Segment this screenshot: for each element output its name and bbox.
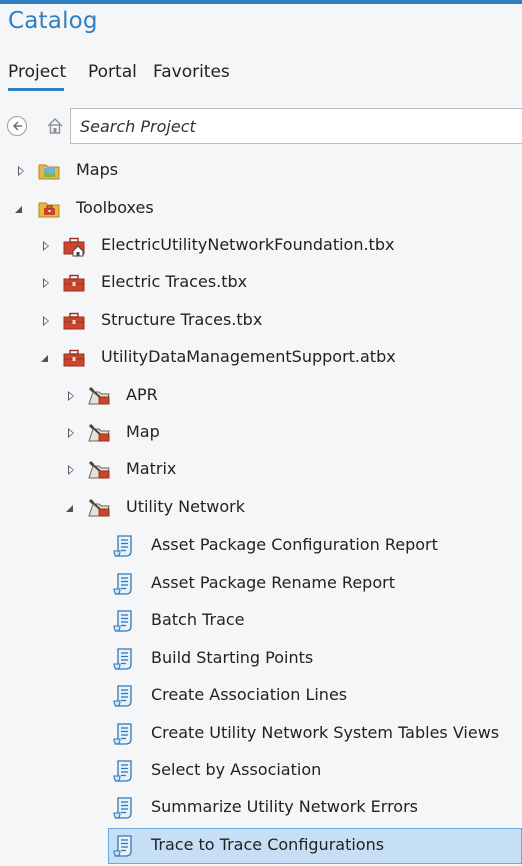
toolbox-icon: [62, 272, 86, 294]
search-box: [70, 108, 522, 144]
tree-item-label: Matrix: [126, 459, 177, 478]
home-button[interactable]: [45, 116, 65, 136]
tree-item-label: Trace to Trace Configurations: [151, 835, 385, 854]
tree-item-electric-traces-tbx[interactable]: Electric Traces.tbx: [0, 265, 522, 301]
script-tool-icon: [112, 610, 136, 632]
tree-item-label: Asset Package Configuration Report: [151, 535, 438, 554]
tree-item-summarize-utility-network-errors[interactable]: Summarize Utility Network Errors: [0, 790, 522, 826]
expand-arrow-icon[interactable]: [68, 428, 74, 438]
tree-item-label: Map: [126, 422, 160, 441]
home-icon: [47, 118, 63, 134]
script-tool-icon: [112, 573, 136, 595]
tab-project[interactable]: Project: [8, 62, 66, 91]
tree-item-apr[interactable]: APR: [0, 378, 522, 414]
tree-item-label: Create Utility Network System Tables Vie…: [151, 723, 500, 742]
tree-item-utilitydatamanagementsupport-atbx[interactable]: UtilityDataManagementSupport.atbx: [0, 340, 522, 376]
toolset-icon: [87, 385, 111, 407]
tree-item-label: Toolboxes: [76, 198, 154, 217]
tree-item-toolboxes[interactable]: Toolboxes: [0, 191, 522, 227]
tree-item-label: Maps: [76, 160, 119, 179]
toolset-icon: [87, 497, 111, 519]
back-arrow-icon: [12, 121, 22, 131]
collapse-arrow-icon[interactable]: [66, 505, 73, 512]
collapse-arrow-icon[interactable]: [15, 206, 22, 213]
tab-favorites[interactable]: Favorites: [153, 62, 230, 82]
tree-item-select-by-association[interactable]: Select by Association: [0, 753, 522, 789]
toolset-icon: [87, 459, 111, 481]
expand-arrow-icon[interactable]: [43, 241, 49, 251]
tree-item-batch-trace[interactable]: Batch Trace: [0, 603, 522, 639]
tree-item-maps[interactable]: Maps: [0, 153, 522, 189]
tree-item-create-utility-network-system-tables-views[interactable]: Create Utility Network System Tables Vie…: [0, 716, 522, 752]
pane-title: Catalog: [8, 8, 98, 34]
tree-item-electricutilitynetworkfoundation-tbx[interactable]: ElectricUtilityNetworkFoundation.tbx: [0, 228, 522, 264]
tree-item-label: Utility Network: [126, 497, 245, 516]
tree-item-asset-package-configuration-report[interactable]: Asset Package Configuration Report: [0, 528, 522, 564]
tab-portal[interactable]: Portal: [88, 62, 137, 82]
script-tool-icon: [112, 723, 136, 745]
script-tool-icon: [112, 760, 136, 782]
expand-arrow-icon[interactable]: [68, 391, 74, 401]
search-input[interactable]: [71, 109, 522, 143]
script-tool-icon: [112, 535, 136, 557]
back-button[interactable]: [7, 116, 27, 136]
tree-item-asset-package-rename-report[interactable]: Asset Package Rename Report: [0, 566, 522, 602]
collapse-arrow-icon[interactable]: [41, 355, 48, 362]
tree-item-label: Batch Trace: [151, 610, 245, 629]
script-tool-icon: [112, 685, 136, 707]
tree-item-label: Summarize Utility Network Errors: [151, 797, 418, 816]
toolboxes-folder-icon: [37, 198, 61, 220]
toolbox-icon: [62, 310, 86, 332]
tree-item-label: ElectricUtilityNetworkFoundation.tbx: [101, 235, 395, 254]
expand-arrow-icon[interactable]: [18, 166, 24, 176]
tree-item-utility-network[interactable]: Utility Network: [0, 490, 522, 526]
tree-item-label: Structure Traces.tbx: [101, 310, 263, 329]
tree-item-matrix[interactable]: Matrix: [0, 452, 522, 488]
expand-arrow-icon[interactable]: [43, 316, 49, 326]
tree-item-label: UtilityDataManagementSupport.atbx: [101, 347, 396, 366]
tree-item-label: Select by Association: [151, 760, 322, 779]
tree-item-map[interactable]: Map: [0, 415, 522, 451]
search-row: [0, 106, 522, 146]
toolbox-home-icon: [62, 235, 86, 257]
tree-item-build-starting-points[interactable]: Build Starting Points: [0, 641, 522, 677]
top-accent-bar: [0, 0, 522, 4]
script-tool-icon: [112, 648, 136, 670]
tree-item-create-association-lines[interactable]: Create Association Lines: [0, 678, 522, 714]
tree-item-label: APR: [126, 385, 158, 404]
expand-arrow-icon[interactable]: [43, 278, 49, 288]
tree-item-label: Build Starting Points: [151, 648, 314, 667]
script-tool-icon: [112, 835, 136, 857]
tree-item-label: Create Association Lines: [151, 685, 348, 704]
maps-folder-icon: [37, 160, 61, 182]
tree-item-structure-traces-tbx[interactable]: Structure Traces.tbx: [0, 303, 522, 339]
tree-item-trace-to-trace-configurations[interactable]: Trace to Trace Configurations: [0, 828, 522, 864]
toolbox-icon: [62, 347, 86, 369]
expand-arrow-icon[interactable]: [68, 465, 74, 475]
script-tool-icon: [112, 797, 136, 819]
tree-item-label: Electric Traces.tbx: [101, 272, 248, 291]
toolset-icon: [87, 422, 111, 444]
tree-item-label: Asset Package Rename Report: [151, 573, 395, 592]
